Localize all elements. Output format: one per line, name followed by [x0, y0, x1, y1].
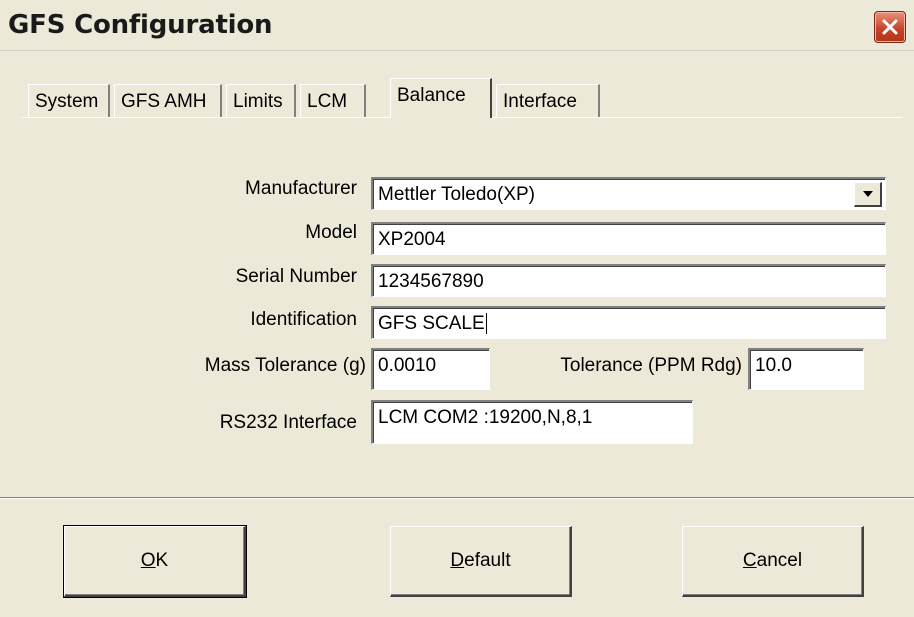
manufacturer-select[interactable]: Mettler Toledo(XP) — [371, 177, 886, 210]
cancel-mnemonic: C — [742, 550, 757, 571]
tab-limits[interactable]: Limits — [226, 84, 296, 117]
ok-button[interactable]: OK — [63, 525, 247, 598]
serial-number-field[interactable]: 1234567890 — [371, 264, 886, 297]
text-caret — [485, 313, 487, 335]
mass-tolerance-field[interactable]: 0.0010 — [371, 348, 490, 390]
model-field[interactable]: XP2004 — [371, 222, 886, 255]
default-button[interactable]: Default — [390, 526, 572, 597]
ok-mnemonic: O — [140, 550, 156, 571]
model-label: Model — [305, 222, 357, 243]
tab-interface[interactable]: Interface — [496, 84, 600, 117]
rs232-interface-label: RS232 Interface — [219, 412, 357, 433]
tab-lcm[interactable]: LCM — [300, 84, 366, 117]
tolerance-ppm-field[interactable]: 10.0 — [748, 348, 864, 390]
separator-highlight — [0, 498, 914, 499]
default-label: efault — [464, 550, 511, 571]
serial-number-label: Serial Number — [235, 266, 357, 287]
manufacturer-label: Manufacturer — [245, 178, 357, 199]
mass-tolerance-label: Mass Tolerance (g) — [204, 355, 366, 376]
identification-label: Identification — [250, 309, 357, 330]
identification-field[interactable]: GFS SCALE — [371, 306, 886, 339]
close-button[interactable] — [874, 11, 906, 43]
chevron-down-icon — [862, 191, 873, 197]
title-bar: GFS Configuration — [0, 0, 914, 51]
dropdown-button[interactable] — [854, 182, 882, 207]
identification-value: GFS SCALE — [378, 313, 485, 334]
cancel-button[interactable]: Cancel — [682, 526, 864, 597]
manufacturer-value: Mettler Toledo(XP) — [378, 184, 535, 205]
cancel-label: ancel — [756, 550, 803, 571]
rs232-interface-field[interactable]: LCM COM2 :19200,N,8,1 — [371, 400, 693, 444]
default-mnemonic: D — [450, 550, 465, 571]
window-title: GFS Configuration — [8, 10, 273, 40]
tolerance-ppm-label: Tolerance (PPM Rdg) — [560, 355, 742, 376]
tab-balance[interactable]: Balance — [390, 78, 492, 118]
tab-system[interactable]: System — [28, 84, 110, 117]
ok-label: K — [155, 550, 169, 571]
tab-gfs-amh[interactable]: GFS AMH — [114, 84, 222, 117]
close-icon — [882, 19, 898, 35]
